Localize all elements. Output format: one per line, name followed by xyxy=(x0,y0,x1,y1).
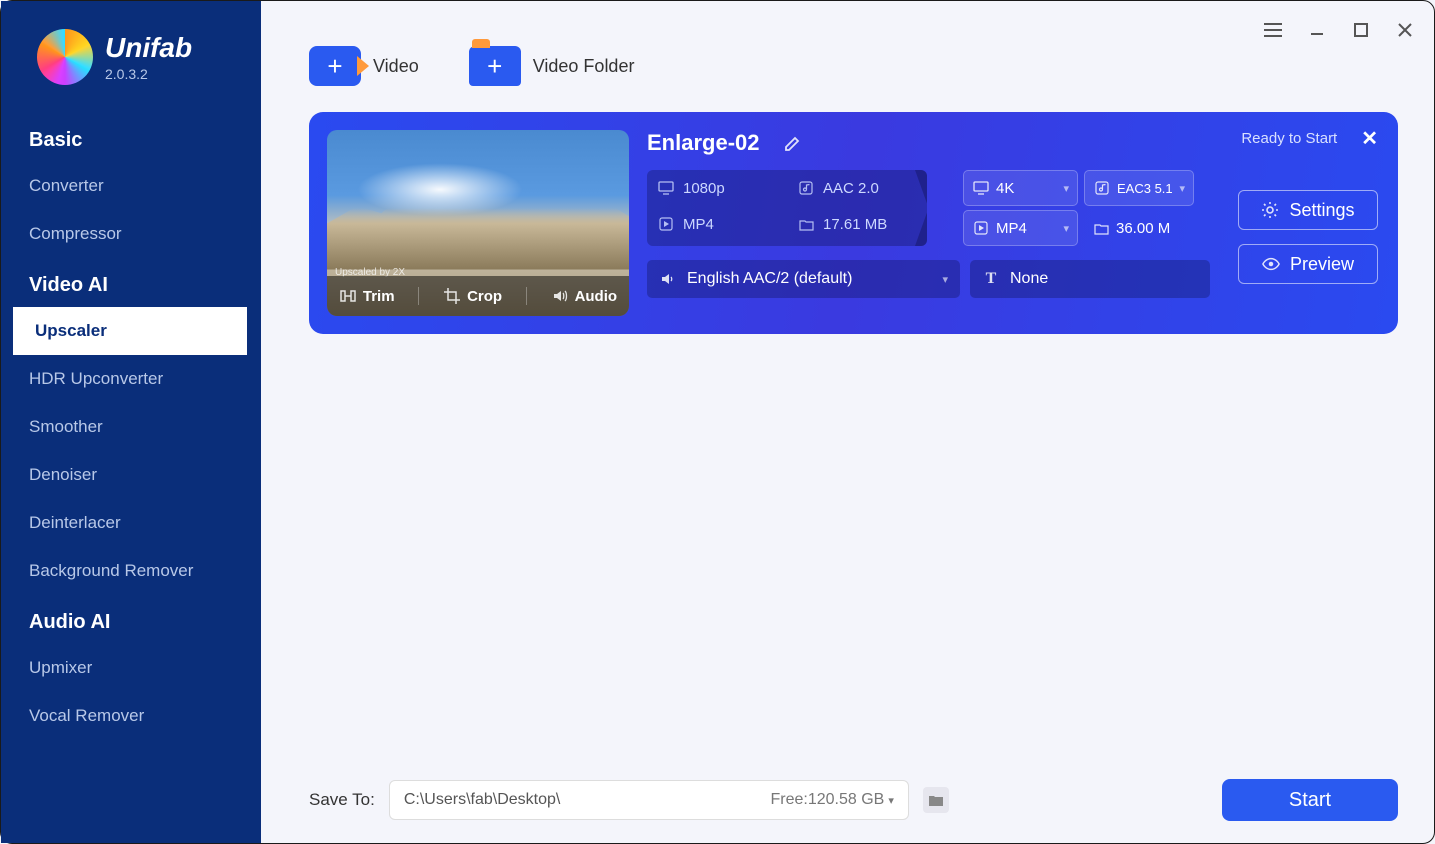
footer: Save To: C:\Users\fab\Desktop\ Free:120.… xyxy=(309,779,1398,821)
sidebar-item-hdr-upconverter[interactable]: HDR Upconverter xyxy=(1,355,261,403)
chevron-down-icon: ▾ xyxy=(1063,182,1069,195)
sidebar-item-smoother[interactable]: Smoother xyxy=(1,403,261,451)
maximize-icon[interactable] xyxy=(1352,21,1370,39)
folder-icon xyxy=(797,215,815,233)
eye-icon xyxy=(1262,255,1280,273)
sidebar-item-background-remover[interactable]: Background Remover xyxy=(1,547,261,595)
video-thumbnail: Upscaled by 2X Trim Crop xyxy=(327,130,629,316)
save-path-field[interactable]: C:\Users\fab\Desktop\ Free:120.58 GB ▾ xyxy=(389,780,909,820)
task-title: Enlarge-02 xyxy=(647,130,760,156)
save-path-value: C:\Users\fab\Desktop\ xyxy=(404,791,771,809)
window-controls xyxy=(1264,21,1414,39)
sidebar-item-converter[interactable]: Converter xyxy=(1,162,261,210)
audio-track-select[interactable]: English AAC/2 (default) ▾ xyxy=(647,260,960,298)
add-folder-label: Video Folder xyxy=(533,56,635,77)
sidebar-item-vocal-remover[interactable]: Vocal Remover xyxy=(1,692,261,740)
sidebar-group-basic: Basic xyxy=(1,113,261,162)
sidebar-group-videoai: Video AI xyxy=(1,258,261,307)
folder-icon xyxy=(1092,219,1110,237)
chevron-down-icon: ▾ xyxy=(1063,222,1069,235)
crop-label: Crop xyxy=(467,288,502,305)
trim-button[interactable]: Trim xyxy=(339,287,395,305)
crop-icon xyxy=(443,287,461,305)
sidebar-item-compressor[interactable]: Compressor xyxy=(1,210,261,258)
target-size: 36.00 M xyxy=(1084,210,1194,246)
monitor-icon xyxy=(657,179,675,197)
chevron-down-icon: ▾ xyxy=(1179,182,1185,195)
target-specs: 4K ▾ EAC3 5.1 ▾ MP4 ▾ xyxy=(963,170,1194,246)
speaker-icon xyxy=(551,287,569,305)
sidebar-item-upscaler[interactable]: Upscaler xyxy=(7,307,247,355)
add-video-icon: + xyxy=(309,46,361,86)
app-logo-icon xyxy=(37,29,93,85)
close-icon[interactable] xyxy=(1396,21,1414,39)
text-icon: T xyxy=(982,270,1000,288)
play-file-icon xyxy=(972,219,990,237)
task-close-icon[interactable]: ✕ xyxy=(1361,126,1378,151)
chevron-down-icon: ▾ xyxy=(942,273,948,286)
app-version: 2.0.3.2 xyxy=(105,66,192,82)
separator xyxy=(526,287,527,305)
sidebar-item-upmixer[interactable]: Upmixer xyxy=(1,644,261,692)
main-area: + Video + Video Folder Ready to Start ✕ … xyxy=(261,1,1434,843)
free-space-dropdown[interactable]: Free:120.58 GB ▾ xyxy=(770,791,893,809)
audio-button[interactable]: Audio xyxy=(551,287,618,305)
chevron-down-icon: ▾ xyxy=(888,794,894,807)
add-folder-button[interactable]: + Video Folder xyxy=(469,46,635,86)
trim-label: Trim xyxy=(363,288,395,305)
sidebar-group-audioai: Audio AI xyxy=(1,595,261,644)
sidebar-item-denoiser[interactable]: Denoiser xyxy=(1,451,261,499)
preview-button[interactable]: Preview xyxy=(1238,244,1378,284)
sidebar-item-deinterlacer[interactable]: Deinterlacer xyxy=(1,499,261,547)
source-audio: AAC 2.0 xyxy=(787,170,927,206)
crop-button[interactable]: Crop xyxy=(443,287,502,305)
sidebar: Unifab 2.0.3.2 Basic Converter Compresso… xyxy=(1,1,261,843)
subtitle-select[interactable]: T None xyxy=(970,260,1210,298)
start-label: Start xyxy=(1289,789,1331,812)
play-file-icon xyxy=(657,215,675,233)
audio-label: Audio xyxy=(575,288,618,305)
trim-icon xyxy=(339,287,357,305)
music-icon xyxy=(1093,179,1111,197)
start-button[interactable]: Start xyxy=(1222,779,1398,821)
save-to-label: Save To: xyxy=(309,790,375,810)
edit-title-icon[interactable] xyxy=(784,134,802,152)
preview-label: Preview xyxy=(1290,254,1354,275)
target-audio-select[interactable]: EAC3 5.1 ▾ xyxy=(1084,170,1194,206)
gear-icon xyxy=(1261,201,1279,219)
task-status: Ready to Start xyxy=(1241,130,1337,147)
speaker-icon xyxy=(659,270,677,288)
task-card: Ready to Start ✕ Upscaled by 2X Trim xyxy=(309,112,1398,334)
source-container: MP4 xyxy=(647,206,787,242)
source-size: 17.61 MB xyxy=(787,206,927,242)
separator xyxy=(418,287,419,305)
logo-block: Unifab 2.0.3.2 xyxy=(1,29,261,113)
target-resolution-select[interactable]: 4K ▾ xyxy=(963,170,1078,206)
source-resolution: 1080p xyxy=(647,170,787,206)
settings-label: Settings xyxy=(1289,200,1354,221)
settings-button[interactable]: Settings xyxy=(1238,190,1378,230)
add-video-button[interactable]: + Video xyxy=(309,46,419,86)
menu-icon[interactable] xyxy=(1264,21,1282,39)
browse-folder-button[interactable] xyxy=(923,787,949,813)
music-icon xyxy=(797,179,815,197)
add-folder-icon: + xyxy=(469,46,521,86)
minimize-icon[interactable] xyxy=(1308,21,1326,39)
add-video-label: Video xyxy=(373,56,419,77)
app-name: Unifab xyxy=(105,32,192,64)
monitor-icon xyxy=(972,179,990,197)
target-container-select[interactable]: MP4 ▾ xyxy=(963,210,1078,246)
source-specs: 1080p AAC 2.0 MP4 xyxy=(647,170,927,246)
